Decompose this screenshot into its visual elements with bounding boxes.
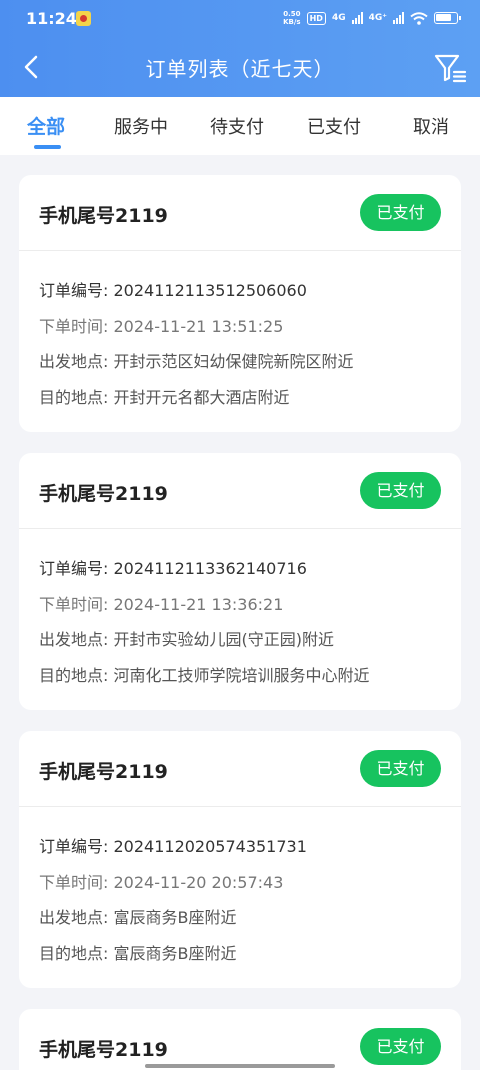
- destination-label: 目的地点:: [39, 666, 114, 685]
- status-badge: 已支付: [360, 750, 441, 787]
- order-card[interactable]: 手机尾号2119 已支付: [19, 1009, 461, 1070]
- tab-all[interactable]: 全部: [27, 112, 65, 139]
- order-number-label: 订单编号:: [39, 837, 114, 856]
- order-card[interactable]: 手机尾号2119 已支付 订单编号: 2024112113362140716 下…: [19, 453, 461, 710]
- destination-value: 富辰商务B座附近: [113, 944, 237, 963]
- battery-icon: [434, 12, 461, 24]
- tab-paid[interactable]: 已支付: [307, 113, 361, 139]
- order-number-value: 2024112020574351731: [113, 837, 307, 856]
- signal-icon: [351, 12, 363, 24]
- order-phone-title: 手机尾号2119: [39, 483, 168, 505]
- app-notification-icon: [76, 11, 91, 26]
- order-number-row: 订单编号: 2024112113362140716: [39, 555, 307, 579]
- departure-row: 出发地点: 开封示范区妇幼保健院新院区附近: [39, 348, 354, 372]
- status-badge: 已支付: [360, 194, 441, 231]
- departure-label: 出发地点:: [39, 630, 114, 649]
- page-title: 订单列表（近七天）: [145, 57, 335, 81]
- status-bar: 11:24 0.50 KB/s HD 4G 4G⁺: [0, 0, 480, 38]
- order-card-header: 手机尾号2119 已支付: [19, 175, 461, 251]
- network-speed-value: 0.50: [283, 10, 301, 18]
- signal-icon: [393, 12, 404, 24]
- order-number-value: 2024112113362140716: [113, 559, 307, 578]
- order-number-row: 订单编号: 2024112113512506060: [39, 277, 307, 301]
- status-icons: 0.50 KB/s HD 4G 4G⁺: [283, 10, 461, 26]
- order-tabs: 全部 服务中 待支付 已支付 取消: [0, 97, 480, 155]
- network-speed-unit: KB/s: [283, 18, 301, 26]
- sim2-label: 4G⁺: [368, 13, 387, 23]
- destination-row: 目的地点: 开封开元名都大酒店附近: [39, 384, 290, 408]
- order-card-header: 手机尾号2119 已支付: [19, 1009, 461, 1070]
- order-phone-title: 手机尾号2119: [39, 1039, 168, 1061]
- order-card-body: 订单编号: 2024112113362140716 下单时间: 2024-11-…: [19, 529, 461, 685]
- order-card-header: 手机尾号2119 已支付: [19, 453, 461, 529]
- order-time-label: 下单时间:: [39, 595, 114, 614]
- sim1-label: 4G: [331, 13, 346, 23]
- tab-in-service[interactable]: 服务中: [114, 113, 168, 139]
- destination-value: 开封开元名都大酒店附近: [113, 388, 290, 407]
- tab-pending-payment[interactable]: 待支付: [210, 113, 264, 139]
- wifi-icon: [410, 11, 428, 25]
- order-number-label: 订单编号:: [39, 281, 114, 300]
- home-indicator[interactable]: [145, 1064, 335, 1068]
- status-badge: 已支付: [360, 472, 441, 509]
- order-card-body: 订单编号: 2024112113512506060 下单时间: 2024-11-…: [19, 251, 461, 407]
- destination-row: 目的地点: 富辰商务B座附近: [39, 940, 236, 964]
- order-phone-title: 手机尾号2119: [39, 205, 168, 227]
- order-time-value: 2024-11-21 13:36:21: [113, 595, 284, 614]
- active-tab-indicator: [34, 145, 61, 149]
- destination-row: 目的地点: 河南化工技师学院培训服务中心附近: [39, 662, 370, 686]
- destination-label: 目的地点:: [39, 944, 114, 963]
- network-speed: 0.50 KB/s: [283, 10, 300, 26]
- order-time-row: 下单时间: 2024-11-20 20:57:43: [39, 869, 283, 893]
- tab-cancelled[interactable]: 取消: [413, 113, 449, 139]
- status-badge: 已支付: [360, 1028, 441, 1065]
- order-card-body: 订单编号: 2024112020574351731 下单时间: 2024-11-…: [19, 807, 461, 963]
- order-number-value: 2024112113512506060: [113, 281, 307, 300]
- destination-value: 河南化工技师学院培训服务中心附近: [113, 666, 370, 685]
- departure-value: 开封示范区妇幼保健院新院区附近: [113, 352, 354, 371]
- order-time-label: 下单时间:: [39, 873, 114, 892]
- order-time-value: 2024-11-20 20:57:43: [113, 873, 284, 892]
- order-time-row: 下单时间: 2024-11-21 13:36:21: [39, 591, 283, 615]
- order-card[interactable]: 手机尾号2119 已支付 订单编号: 2024112113512506060 下…: [19, 175, 461, 432]
- order-card[interactable]: 手机尾号2119 已支付 订单编号: 2024112020574351731 下…: [19, 731, 461, 988]
- departure-row: 出发地点: 开封市实验幼儿园(守正园)附近: [39, 626, 334, 650]
- filter-icon: [434, 54, 467, 83]
- departure-value: 开封市实验幼儿园(守正园)附近: [113, 630, 334, 649]
- departure-row: 出发地点: 富辰商务B座附近: [39, 904, 236, 928]
- order-time-row: 下单时间: 2024-11-21 13:51:25: [39, 313, 283, 337]
- order-number-label: 订单编号:: [39, 559, 114, 578]
- departure-label: 出发地点:: [39, 908, 114, 927]
- order-time-value: 2024-11-21 13:51:25: [113, 317, 284, 336]
- departure-value: 富辰商务B座附近: [113, 908, 237, 927]
- status-time: 11:24: [26, 9, 77, 28]
- filter-button[interactable]: [432, 50, 468, 86]
- destination-label: 目的地点:: [39, 388, 114, 407]
- order-card-header: 手机尾号2119 已支付: [19, 731, 461, 807]
- nav-bar: 订单列表（近七天）: [0, 40, 480, 96]
- hd-icon: HD: [306, 11, 326, 25]
- header-bar: 11:24 0.50 KB/s HD 4G 4G⁺ 订单列表（近七天）: [0, 0, 480, 97]
- departure-label: 出发地点:: [39, 352, 114, 371]
- order-phone-title: 手机尾号2119: [39, 761, 168, 783]
- order-number-row: 订单编号: 2024112020574351731: [39, 833, 307, 857]
- order-time-label: 下单时间:: [39, 317, 114, 336]
